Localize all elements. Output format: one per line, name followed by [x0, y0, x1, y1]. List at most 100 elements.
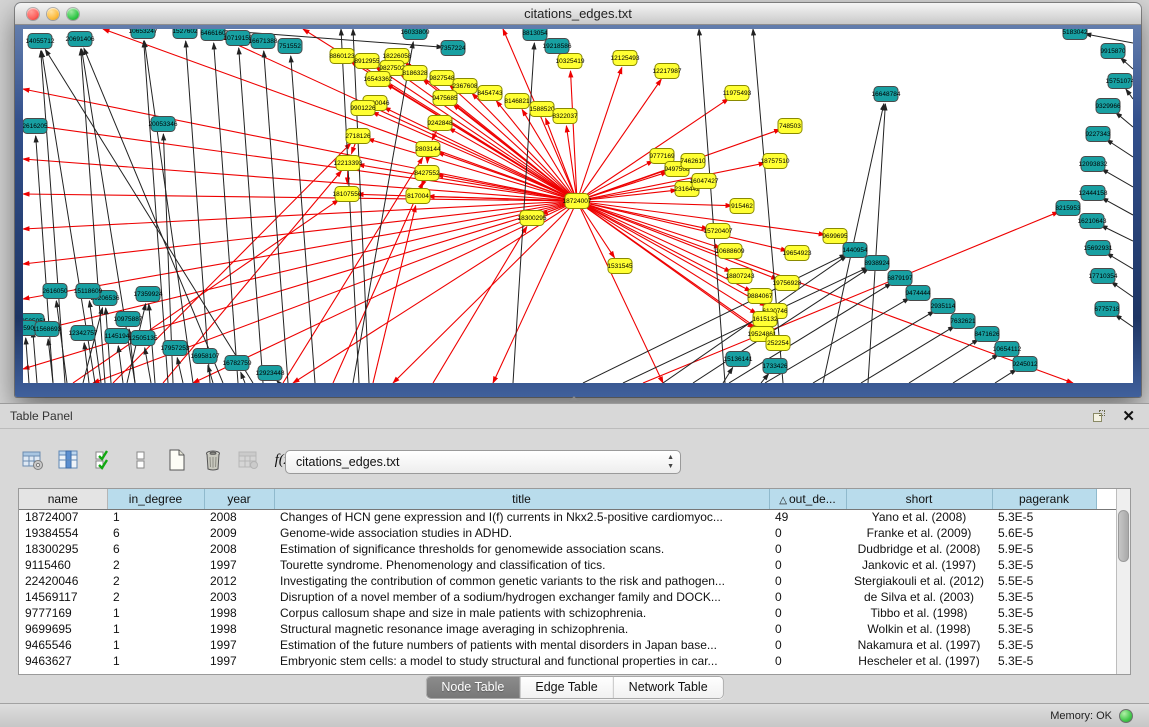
network-window: citations_edges.txt 18724007886012389129… — [15, 3, 1141, 397]
window-titlebar[interactable]: citations_edges.txt — [15, 3, 1141, 25]
graph-node-label: 9245012 — [1012, 361, 1038, 368]
graph-node-label: 16210643 — [1078, 218, 1107, 225]
graph-edge — [643, 212, 1059, 383]
delete-column-trash-icon[interactable] — [200, 446, 226, 474]
graph-node-label: 16648784 — [872, 91, 901, 98]
table-row[interactable]: 1938455462009Genome-wide association stu… — [19, 525, 1118, 541]
graph-node-label: 8146821 — [504, 98, 530, 105]
tab-edge-table[interactable]: Edge Table — [520, 677, 613, 698]
graph-edge — [106, 308, 111, 383]
select-columns-icon[interactable] — [56, 446, 82, 474]
graph-node-label: 16047427 — [690, 178, 719, 185]
graph-node-label: 10975887 — [114, 316, 143, 323]
float-panel-icon[interactable] — [1093, 410, 1105, 422]
graph-node-label: 8215953 — [1055, 205, 1081, 212]
graph-node-label: 15118609 — [74, 288, 103, 295]
unselect-all-icon[interactable] — [128, 446, 154, 474]
graph-node-label: 1615132 — [752, 316, 778, 323]
graph-node-label: 19218586 — [543, 43, 572, 50]
delete-table-icon-disabled — [236, 446, 262, 474]
table-scrollbar[interactable] — [1116, 489, 1130, 674]
graph-edge — [1115, 315, 1133, 327]
graph-node-label: 7462610 — [680, 158, 706, 165]
graph-node-label: 11568693 — [33, 326, 62, 333]
graph-edge — [1126, 89, 1133, 99]
table-row[interactable]: 977716911998Corpus callosum shape and si… — [19, 605, 1118, 621]
graph-edge — [861, 326, 954, 383]
table-source-select[interactable]: citations_edges.txt ▲▼ — [285, 450, 681, 474]
new-column-icon[interactable] — [164, 446, 190, 474]
tab-node-table[interactable]: Node Table — [426, 677, 520, 698]
table-row[interactable]: 911546021997Tourette syndrome. Phenomeno… — [19, 557, 1118, 573]
graph-node-label: 6879197 — [887, 275, 913, 282]
table-scrollbar-thumb[interactable] — [1118, 510, 1129, 562]
graph-edge — [163, 171, 342, 383]
graph-edge — [1116, 112, 1133, 127]
graph-node-label: 9915870 — [1100, 48, 1126, 55]
graph-node-label: 2616205 — [23, 123, 48, 130]
graph-edge — [36, 136, 53, 383]
table-row[interactable]: 1830029562008Estimation of significance … — [19, 541, 1118, 557]
graph-node-label: 9901226 — [350, 105, 376, 112]
graph-node-label: 9827548 — [429, 75, 455, 82]
graph-node-label: 10653247 — [129, 29, 158, 35]
graph-node-label: 817004 — [407, 193, 429, 200]
graph-node-label: 8427552 — [414, 170, 440, 177]
panel-splitter-handle[interactable] — [569, 396, 579, 402]
table-row[interactable]: 969969511998Structural magnetic resonanc… — [19, 621, 1118, 637]
close-panel-icon[interactable]: ✕ — [1122, 407, 1135, 425]
graph-edge — [33, 331, 37, 383]
table-row[interactable]: 2242004622012Investigating the contribut… — [19, 573, 1118, 589]
graph-node-label: 8471626 — [974, 331, 1000, 338]
graph-node-label: 9474444 — [905, 290, 931, 297]
table-row[interactable]: 946362711997Embryonic stem cells: a mode… — [19, 653, 1118, 669]
network-canvas[interactable]: 1872400788601238912955182260589827502165… — [23, 29, 1133, 383]
graph-edge — [241, 372, 245, 383]
table-mode-icon[interactable] — [20, 446, 46, 474]
graph-node-label: 18757510 — [761, 158, 790, 165]
graph-edge — [1120, 58, 1133, 69]
graph-node-label: 2616050 — [42, 288, 68, 295]
column-header-name[interactable]: name — [19, 489, 107, 509]
graph-node-label: 7632621 — [950, 318, 976, 325]
graph-node-label: 915462 — [731, 203, 753, 210]
column-header-in_degree[interactable]: in_degree — [107, 489, 204, 509]
graph-node-label: 10654112 — [993, 346, 1022, 353]
select-all-icon[interactable] — [92, 446, 118, 474]
graph-edge — [1111, 282, 1133, 297]
memory-status-label: Memory: OK — [1050, 710, 1112, 722]
table-row[interactable]: 1872400712008Changes of HCN gene express… — [19, 509, 1118, 525]
graph-edge — [1085, 34, 1133, 43]
column-header-short[interactable]: short — [846, 489, 992, 509]
table-source-value: citations_edges.txt — [296, 455, 400, 469]
column-header-pagerank[interactable]: pagerank — [992, 489, 1096, 509]
graph-node-label: 17710354 — [1089, 273, 1118, 280]
graph-node-label: 1531545 — [607, 263, 633, 270]
graph-node-label: 12125493 — [611, 55, 640, 62]
graph-node-label: 5183042 — [1062, 29, 1088, 36]
table-row[interactable]: 946554611997Estimation of the future num… — [19, 637, 1118, 653]
graph-edge — [193, 201, 577, 383]
column-header-title[interactable]: title — [274, 489, 769, 509]
tab-network-table[interactable]: Network Table — [614, 677, 723, 698]
column-header-year[interactable]: year — [204, 489, 274, 509]
graph-node-label: 15751074 — [1106, 78, 1133, 85]
graph-node-label: 9242848 — [427, 120, 453, 127]
graph-node-label: 748503 — [779, 123, 801, 130]
column-header-out_de[interactable]: △out_de... — [769, 489, 846, 509]
graph-edge — [577, 201, 787, 251]
graph-edge — [186, 41, 210, 383]
status-bar: Memory: OK — [0, 703, 1149, 727]
graph-node-label: 6466160 — [200, 30, 226, 37]
graph-node-label: 1440954 — [842, 247, 868, 254]
graph-edge — [577, 201, 732, 206]
graph-node-label: 18226058 — [383, 53, 412, 60]
graph-node-label: 8912955 — [354, 58, 380, 65]
graph-node-label: 8186328 — [402, 70, 428, 77]
graph-edge — [23, 201, 577, 299]
graph-node-label: 17359924 — [134, 291, 163, 298]
graph-edge — [113, 143, 351, 383]
table-row[interactable]: 1456911722003Disruption of a novel membe… — [19, 589, 1118, 605]
table-toolbar: f(x) — [20, 442, 298, 478]
graph-edge — [145, 348, 151, 383]
